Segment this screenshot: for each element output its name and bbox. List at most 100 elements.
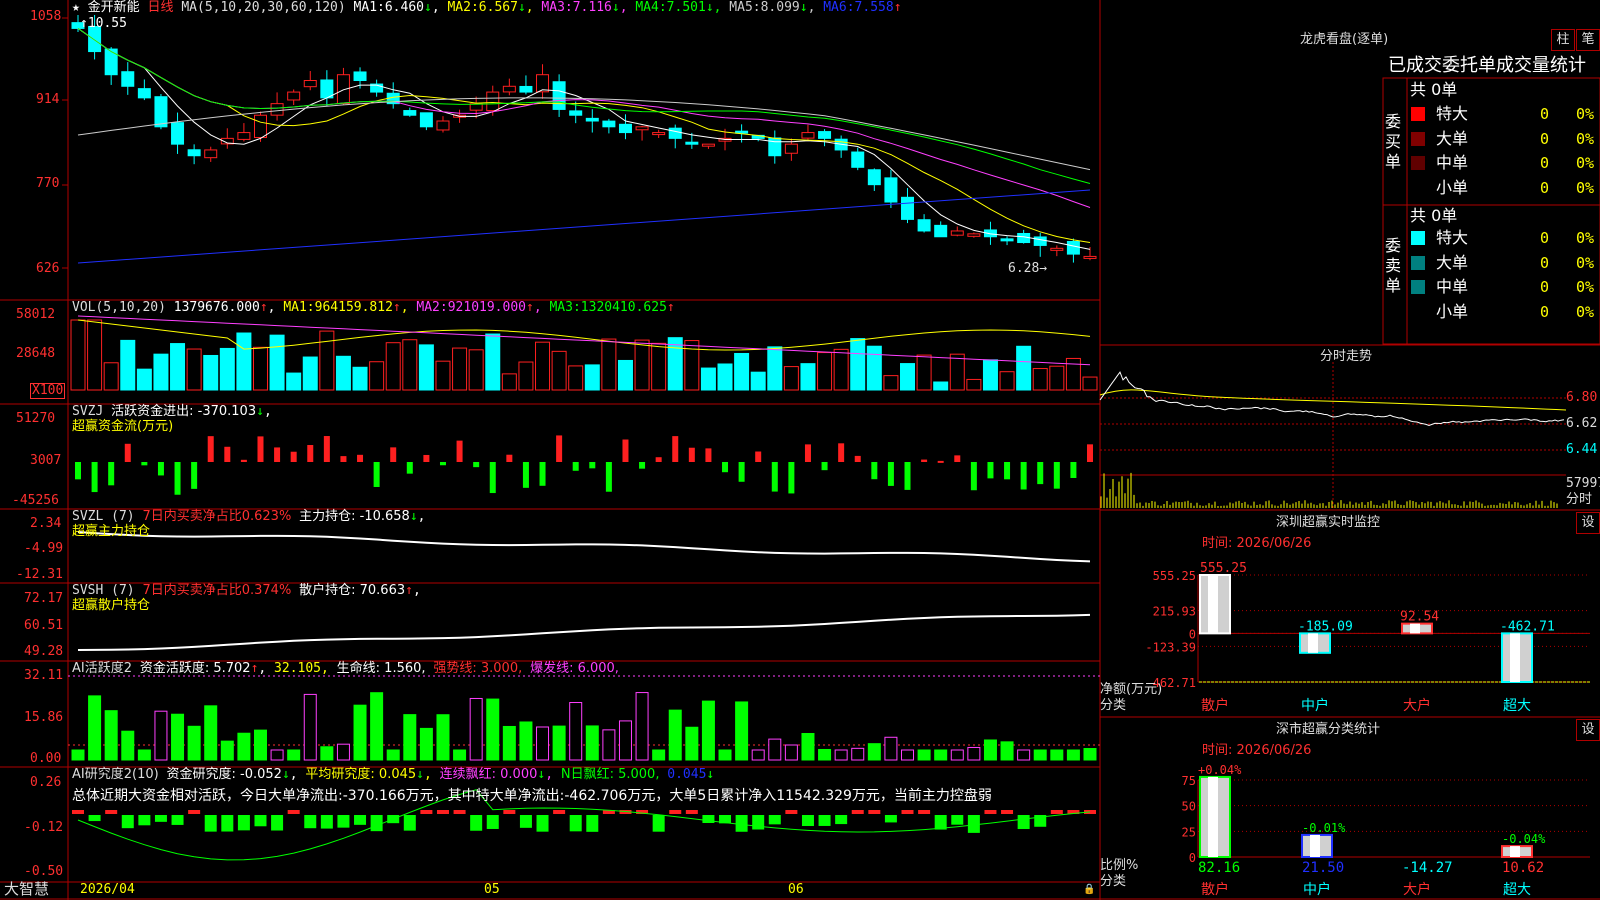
- order-row-value: 0: [1540, 129, 1550, 148]
- research-bar: [967, 815, 980, 833]
- activity-bar: [519, 721, 533, 761]
- research-bar: [735, 815, 748, 832]
- sc-time: 时间: 2026/06/26: [1202, 743, 1312, 758]
- volume-bar: [584, 364, 600, 391]
- vol-ma2-label: MA2:: [416, 300, 448, 315]
- activity-bar: [1017, 749, 1031, 761]
- volume-bar: [966, 378, 982, 391]
- ma6-value: 7.558: [854, 0, 894, 15]
- bar-mode-button[interactable]: 柱: [1551, 29, 1575, 51]
- flow-bar: [290, 451, 297, 462]
- svzj-y-tick: 3007: [30, 453, 62, 468]
- research-bar: [685, 810, 698, 814]
- svsh-ratio: 7日内买卖净占比0.374%: [142, 583, 292, 598]
- research-bar: [536, 815, 549, 832]
- ai2-header: AI研究度2(10) 资金研究度: -0.052↓, 平均研究度: 0.045↓…: [72, 767, 715, 782]
- activity-bar: [834, 749, 848, 761]
- volume-bar: [219, 347, 235, 391]
- volume-bar: [833, 348, 849, 391]
- pen-mode-button[interactable]: 笔: [1576, 29, 1600, 51]
- sc-bar-highlight: [1310, 834, 1320, 857]
- activity-bar: [685, 726, 699, 761]
- lock-icon[interactable]: 🔒: [1083, 882, 1095, 897]
- vol-value: 1379676.000: [173, 300, 260, 315]
- activity-bar: [818, 748, 832, 761]
- order-row-value: 0: [1540, 229, 1550, 247]
- flow-bar: [124, 443, 131, 462]
- research-bar: [835, 815, 848, 825]
- y-tick: 1058: [30, 9, 62, 24]
- svzl-y-tick: -12.31: [16, 567, 63, 582]
- activity-bar: [121, 730, 135, 761]
- activity-bar: [768, 738, 782, 761]
- research-bar: [785, 810, 798, 814]
- flow-bar: [423, 454, 430, 462]
- intraday-tick: 6.62: [1566, 416, 1598, 431]
- sz-category-label: 散户: [1201, 697, 1229, 714]
- sc-pct-label: -0.01%: [1302, 821, 1346, 835]
- ma5-arrow: ↓: [799, 0, 808, 15]
- sz-settings-button[interactable]: 设: [1576, 512, 1600, 534]
- volume-bar: [535, 341, 551, 391]
- candle-down: [618, 123, 632, 134]
- activity-bar: [353, 704, 367, 761]
- volume-bar: [883, 375, 899, 391]
- activity-bar: [104, 710, 118, 761]
- vol-header: VOL(5,10,20) 1379676.000↑, MA1:964159.81…: [72, 300, 675, 315]
- ai1-y-tick: 0.00: [30, 751, 62, 766]
- volume-bar: [170, 343, 186, 391]
- volume-bar: [302, 356, 318, 391]
- activity-bar: [801, 732, 815, 761]
- activity-bar: [287, 749, 301, 761]
- research-bar: [337, 815, 350, 828]
- flow-bar: [937, 460, 944, 463]
- order-row-label: 特大: [1436, 228, 1469, 247]
- volume-bar: [385, 342, 401, 391]
- star-icon[interactable]: ★: [72, 0, 80, 15]
- research-bar: [204, 815, 217, 832]
- flow-bar: [340, 456, 347, 462]
- candle-down: [1066, 240, 1080, 255]
- flow-bar: [771, 462, 778, 492]
- period-label[interactable]: 日线: [148, 0, 174, 15]
- x-axis-label: 06: [788, 882, 804, 897]
- vol-unit: X100: [30, 383, 66, 399]
- research-bar: [453, 810, 466, 814]
- volume-bar: [335, 355, 351, 391]
- candle-down: [552, 81, 566, 110]
- sc-value-label: -14.27: [1402, 860, 1453, 876]
- flow-bar: [141, 462, 148, 466]
- dragon-tiger-title: 龙虎看盘(逐单): [1300, 32, 1389, 47]
- stock-chart-canvas[interactable]: 555.25215.930-123.39-462.71555.25散户-185.…: [0, 0, 1600, 900]
- flow-bar: [954, 455, 961, 462]
- sc-y-tick: 0: [1189, 851, 1196, 865]
- volume-bar: [999, 371, 1015, 391]
- volume-bar: [651, 342, 667, 391]
- sell-side-label: 委卖单: [1385, 236, 1402, 295]
- volume-bar: [136, 368, 152, 391]
- sc-settings-button[interactable]: 设: [1576, 719, 1600, 741]
- research-bar: [901, 810, 914, 814]
- ma3-arrow: ↓: [611, 0, 620, 15]
- ai2-summary: 总体近期大资金相对活跃，今日大单净流出:-370.166万元，其中特大单净流出:…: [72, 788, 992, 804]
- volume-bar: [286, 372, 302, 391]
- intraday-tick: 6.44: [1566, 442, 1598, 457]
- volume-bar: [850, 338, 866, 391]
- volume-bar: [1016, 345, 1032, 391]
- sc-category-label: 大户: [1403, 881, 1431, 898]
- order-row-percent: 0%: [1576, 129, 1595, 148]
- order-row-value: 0: [1540, 278, 1550, 296]
- order-row-label: 大单: [1436, 252, 1469, 272]
- low-price-label: 6.28→: [1008, 261, 1048, 276]
- research-bar: [586, 815, 599, 832]
- volume-bars: [70, 315, 1098, 391]
- candle-down: [519, 85, 533, 93]
- flow-bar: [755, 451, 762, 462]
- sz-y-tick: 555.25: [1153, 569, 1196, 583]
- order-row-label: 小单: [1436, 177, 1469, 197]
- order-row-percent: 0%: [1576, 178, 1595, 197]
- activity-bar: [220, 740, 234, 761]
- vol-ma2-value: 921019.000: [447, 300, 526, 315]
- flow-bar: [1087, 444, 1093, 462]
- activity-bar: [137, 749, 151, 761]
